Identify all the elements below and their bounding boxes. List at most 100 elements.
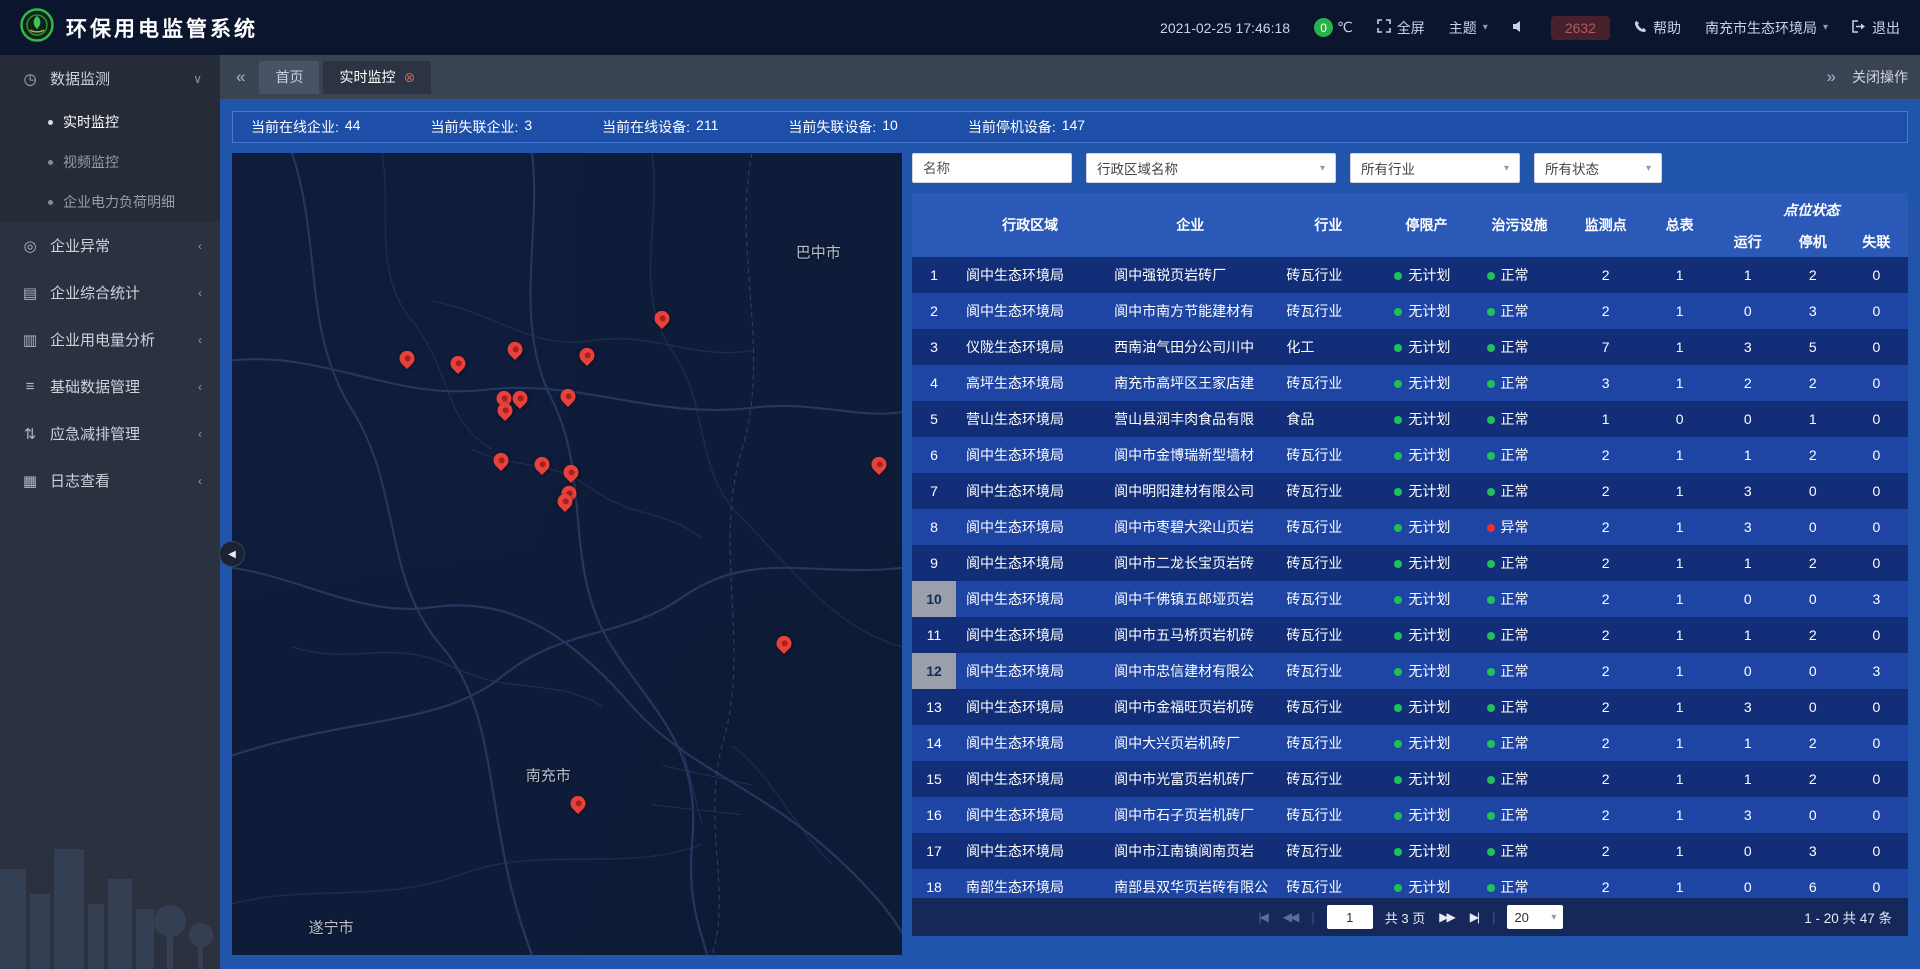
collapse-map-panel-button[interactable]: ◀ (219, 541, 245, 567)
stat-value: 3 (524, 117, 532, 137)
sidebar-group-enterprise-abnormal[interactable]: ◎企业异常‹ (0, 222, 220, 269)
map-pin-icon[interactable] (871, 457, 886, 472)
status-dot-icon (1394, 380, 1402, 388)
tabs-scroll-right-button[interactable]: » (1823, 67, 1840, 87)
col-monitor-points: 监测点 (1567, 193, 1645, 257)
industry-cell: 砖瓦行业 (1276, 617, 1380, 653)
map-pin-icon[interactable] (498, 403, 513, 418)
bullet-icon (48, 200, 53, 205)
sidebar: ◷数据监测∨实时监控视频监控企业电力负荷明细◎企业异常‹▤企业综合统计‹▥企业用… (0, 55, 220, 969)
monitor-points-cell: 2 (1567, 617, 1645, 653)
prev-page-button[interactable]: ◀◀ (1281, 910, 1299, 924)
total-meter-cell: 1 (1645, 833, 1715, 869)
row-number-cell: 13 (912, 689, 956, 725)
status-filter-select[interactable]: 所有状态 ▾ (1534, 153, 1662, 183)
sidebar-group-enterprise-statistics[interactable]: ▤企业综合统计‹ (0, 269, 220, 316)
map-pin-icon[interactable] (777, 636, 792, 651)
close-operations-button[interactable]: 关闭操作 (1852, 67, 1908, 87)
row-number-cell: 8 (912, 509, 956, 545)
running-count-cell: 0 (1715, 869, 1781, 898)
city-skyline-decoration (0, 809, 220, 969)
stopped-count-cell: 0 (1781, 473, 1845, 509)
table-row[interactable]: 8阆中生态环境局阆中市枣碧大梁山页岩砖瓦行业无计划异常21300 (912, 509, 1908, 545)
map-panel[interactable]: 巴中市南充市遂宁市 (232, 153, 902, 955)
alarm-count-badge[interactable]: 2632 (1551, 16, 1610, 40)
table-row[interactable]: 15阆中生态环境局阆中市光富页岩机砖厂砖瓦行业无计划正常21120 (912, 761, 1908, 797)
fullscreen-button[interactable]: 全屏 (1377, 18, 1425, 38)
map-pin-icon[interactable] (507, 342, 522, 357)
region-filter-select[interactable]: 行政区域名称 ▾ (1086, 153, 1336, 183)
speaker-button[interactable] (1512, 20, 1527, 36)
table-row[interactable]: 2阆中生态环境局阆中市南方节能建材有砖瓦行业无计划正常21030 (912, 293, 1908, 329)
map-pin-icon[interactable] (535, 457, 550, 472)
total-meter-cell: 1 (1645, 581, 1715, 617)
alert-icon: ◎ (20, 237, 40, 255)
col-total-meter: 总表 (1645, 193, 1715, 257)
region-cell: 阆中生态环境局 (956, 545, 1104, 581)
table-row[interactable]: 5营山生态环境局营山县润丰肉食品有限食品无计划正常10010 (912, 401, 1908, 437)
table-row[interactable]: 12阆中生态环境局阆中市忠信建材有限公砖瓦行业无计划正常21003 (912, 653, 1908, 689)
map-pin-icon[interactable] (557, 494, 572, 509)
next-page-button[interactable]: ▶▶ (1437, 910, 1455, 924)
map-pin-icon[interactable] (560, 389, 575, 404)
chevron-left-icon: ‹ (198, 286, 202, 300)
monitor-points-cell: 2 (1567, 257, 1645, 293)
stat-label: 当前在线设备: (602, 117, 690, 137)
table-row[interactable]: 9阆中生态环境局阆中市二龙长宝页岩砖砖瓦行业无计划正常21120 (912, 545, 1908, 581)
table-row[interactable]: 1阆中生态环境局阆中强锐页岩砖厂砖瓦行业无计划正常21120 (912, 257, 1908, 293)
tab-home[interactable]: 首页 (259, 61, 319, 94)
production-status-cell: 无计划 (1380, 833, 1472, 869)
table-row[interactable]: 16阆中生态环境局阆中市石子页岩机砖厂砖瓦行业无计划正常21300 (912, 797, 1908, 833)
sidebar-group-data-monitoring[interactable]: ◷数据监测∨ (0, 55, 220, 102)
logout-button[interactable]: 退出 (1852, 18, 1900, 38)
table-row[interactable]: 10阆中生态环境局阆中千佛镇五郎垭页岩砖瓦行业无计划正常21003 (912, 581, 1908, 617)
theme-dropdown[interactable]: 主题 ▾ (1449, 18, 1488, 38)
sidebar-group-emergency-reduction[interactable]: ⇅应急减排管理‹ (0, 410, 220, 457)
sidebar-group-electricity-analysis[interactable]: ▥企业用电量分析‹ (0, 316, 220, 363)
map-pin-icon[interactable] (513, 391, 528, 406)
row-number-cell: 9 (912, 545, 956, 581)
page-size-select[interactable]: 20 ▾ (1507, 905, 1563, 929)
table-row[interactable]: 18南部生态环境局南部县双华页岩砖有限公砖瓦行业无计划正常21060 (912, 869, 1908, 898)
table-row[interactable]: 14阆中生态环境局阆中大兴页岩机砖厂砖瓦行业无计划正常21120 (912, 725, 1908, 761)
table-row[interactable]: 17阆中生态环境局阆中市江南镇阆南页岩砖瓦行业无计划正常21030 (912, 833, 1908, 869)
total-meter-cell: 1 (1645, 689, 1715, 725)
map-pin-icon[interactable] (399, 351, 414, 366)
map-pin-icon[interactable] (580, 348, 595, 363)
tabs-scroll-left-button[interactable]: « (232, 67, 249, 87)
map-pin-icon[interactable] (451, 356, 466, 371)
page-number-input[interactable] (1327, 905, 1373, 929)
help-button[interactable]: 帮助 (1634, 18, 1681, 38)
table-row[interactable]: 3仪陇生态环境局西南油气田分公司川中化工无计划正常71350 (912, 329, 1908, 365)
map-pin-icon[interactable] (571, 796, 586, 811)
table-row[interactable]: 7阆中生态环境局阆中明阳建材有限公司砖瓦行业无计划正常21300 (912, 473, 1908, 509)
monitor-points-cell: 2 (1567, 437, 1645, 473)
sidebar-group-basic-data-management[interactable]: ≡基础数据管理‹ (0, 363, 220, 410)
sidebar-item-realtime-monitoring[interactable]: 实时监控 (0, 102, 220, 142)
map-pin-icon[interactable] (655, 311, 670, 326)
map-pin-icon[interactable] (564, 465, 579, 480)
table-row[interactable]: 11阆中生态环境局阆中市五马桥页岩机砖砖瓦行业无计划正常21120 (912, 617, 1908, 653)
total-meter-cell: 1 (1645, 869, 1715, 898)
table-row[interactable]: 6阆中生态环境局阆中市金博瑞新型墙材砖瓦行业无计划正常21120 (912, 437, 1908, 473)
table-row[interactable]: 13阆中生态环境局阆中市金福旺页岩机砖砖瓦行业无计划正常21300 (912, 689, 1908, 725)
production-status-cell: 无计划 (1380, 329, 1472, 365)
industry-filter-select[interactable]: 所有行业 ▾ (1350, 153, 1520, 183)
tab-realtime-monitoring[interactable]: 实时监控⊗ (323, 61, 431, 94)
sidebar-item-power-load-detail[interactable]: 企业电力负荷明细 (0, 182, 220, 222)
offline-count-cell: 0 (1845, 365, 1908, 401)
sidebar-item-label: 视频监控 (63, 152, 119, 172)
name-filter-input[interactable] (912, 153, 1072, 183)
region-cell: 阆中生态环境局 (956, 689, 1104, 725)
sidebar-item-video-monitoring[interactable]: 视频监控 (0, 142, 220, 182)
org-dropdown[interactable]: 南充市生态环境局 ▾ (1705, 18, 1828, 38)
map-pin-icon[interactable] (494, 453, 509, 468)
row-number-cell: 17 (912, 833, 956, 869)
table-row[interactable]: 4高坪生态环境局南充市高坪区王家店建砖瓦行业无计划正常31220 (912, 365, 1908, 401)
sidebar-group-log-view[interactable]: ▦日志查看‹ (0, 457, 220, 504)
running-count-cell: 0 (1715, 293, 1781, 329)
first-page-button[interactable]: |◀ (1257, 910, 1269, 924)
last-page-button[interactable]: ▶| (1468, 910, 1480, 924)
running-count-cell: 1 (1715, 437, 1781, 473)
close-tab-icon[interactable]: ⊗ (403, 69, 415, 86)
